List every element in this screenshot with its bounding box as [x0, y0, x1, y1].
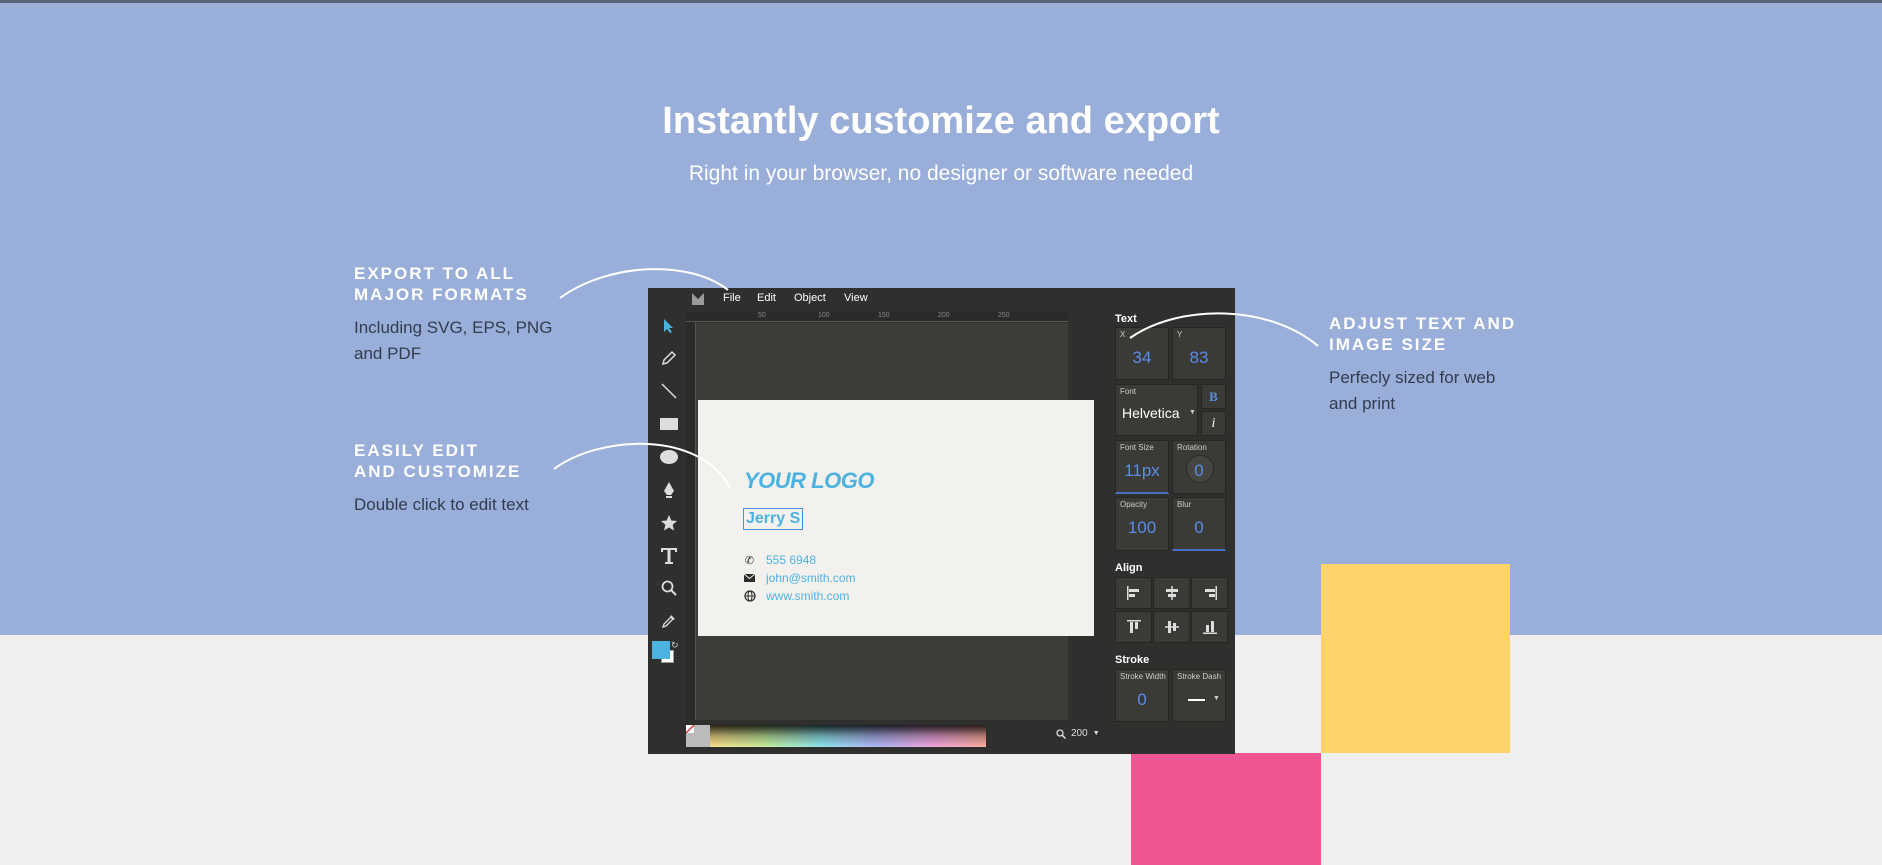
- pencil-icon[interactable]: [659, 348, 679, 368]
- align-left-icon[interactable]: [1115, 577, 1152, 609]
- feature-export-heading: EXPORT TO ALL MAJOR FORMATS: [354, 264, 529, 304]
- font-value: Helvetica: [1122, 405, 1180, 421]
- globe-icon: [743, 590, 756, 603]
- card-phone-row: ✆ 555 6948: [743, 553, 816, 567]
- business-card[interactable]: YOUR LOGO Jerry S ✆ 555 6948 john@smith.…: [698, 400, 1094, 636]
- opacity-field[interactable]: Opacity 100: [1115, 497, 1169, 551]
- feature-export-description: Including SVG, EPS, PNG and PDF: [354, 318, 553, 363]
- zoom-control[interactable]: 200 ▼: [1056, 728, 1100, 739]
- text-icon[interactable]: [659, 546, 679, 566]
- align-top-icon[interactable]: [1115, 611, 1152, 643]
- zoom-value: 200: [1071, 728, 1088, 739]
- star-icon[interactable]: [659, 513, 679, 533]
- ellipse-icon[interactable]: [659, 447, 679, 467]
- select-arrow-icon[interactable]: [659, 316, 679, 336]
- align-center-horizontal-icon[interactable]: [1153, 577, 1190, 609]
- card-email-row: john@smith.com: [743, 571, 856, 585]
- x-field[interactable]: X 34: [1115, 327, 1169, 380]
- chevron-down-icon: ▼: [1213, 695, 1220, 702]
- menu-view[interactable]: View: [844, 292, 868, 304]
- color-palette[interactable]: [686, 725, 986, 747]
- feature-edit-heading: EASILY EDIT AND CUSTOMIZE: [354, 441, 522, 481]
- properties-panel: Text X 34 Y 83 Font Helvetica ▼ B i Font…: [1108, 308, 1235, 754]
- panel-align-title: Align: [1115, 562, 1143, 574]
- rectangle-icon[interactable]: [659, 414, 679, 434]
- page-title: Instantly customize and export: [662, 100, 1220, 142]
- menu-file[interactable]: File: [723, 292, 741, 304]
- decorative-pink-square: [1131, 753, 1321, 865]
- app-logo-icon: [692, 293, 704, 305]
- font-select[interactable]: Font Helvetica ▼: [1115, 384, 1198, 436]
- blur-field[interactable]: Blur 0: [1172, 497, 1226, 551]
- zoom-icon[interactable]: [659, 578, 679, 598]
- line-icon[interactable]: [659, 381, 679, 401]
- chevron-down-icon: ▼: [1092, 730, 1100, 737]
- bold-button[interactable]: B: [1201, 384, 1226, 409]
- pen-icon[interactable]: [659, 480, 679, 500]
- menu-object[interactable]: Object: [794, 292, 826, 304]
- editor-window: File Edit Object View ↻ 50 100 150 200 2…: [648, 288, 1235, 754]
- ruler-vertical: [686, 322, 696, 720]
- card-website[interactable]: www.smith.com: [766, 589, 849, 603]
- italic-button[interactable]: i: [1201, 411, 1226, 436]
- align-right-icon[interactable]: [1191, 577, 1228, 609]
- feature-edit-description: Double click to edit text: [354, 495, 529, 514]
- menu-bar: File Edit Object View: [648, 288, 1108, 312]
- chevron-down-icon: ▼: [1189, 409, 1196, 416]
- tool-bar: ↻: [648, 312, 686, 752]
- align-bottom-icon[interactable]: [1191, 611, 1228, 643]
- eyedropper-icon[interactable]: [659, 611, 679, 631]
- envelope-icon: [743, 572, 756, 585]
- card-email[interactable]: john@smith.com: [766, 571, 856, 585]
- page-subtitle: Right in your browser, no designer or so…: [688, 162, 1194, 185]
- menu-edit[interactable]: Edit: [757, 292, 776, 304]
- y-field[interactable]: Y 83: [1172, 327, 1226, 380]
- stroke-width-field[interactable]: Stroke Width 0: [1115, 669, 1169, 722]
- phone-icon: ✆: [744, 554, 755, 567]
- panel-stroke-title: Stroke: [1115, 654, 1150, 666]
- rotation-field[interactable]: Rotation 0: [1172, 440, 1226, 494]
- font-size-field[interactable]: Font Size 11px: [1115, 440, 1169, 494]
- stroke-dash-select[interactable]: Stroke Dash ▼: [1172, 669, 1226, 722]
- decorative-yellow-square: [1321, 564, 1510, 753]
- feature-adjust-description: Perfecly sized for web and print: [1329, 368, 1496, 413]
- card-website-row: www.smith.com: [743, 589, 849, 603]
- panel-text-title: Text: [1115, 313, 1137, 325]
- feature-adjust-heading: ADJUST TEXT AND IMAGE SIZE: [1329, 314, 1517, 354]
- card-logo[interactable]: YOUR LOGO: [744, 468, 874, 494]
- swap-colors-icon[interactable]: ↻: [671, 640, 679, 651]
- align-middle-vertical-icon[interactable]: [1153, 611, 1190, 643]
- card-name-text-editing[interactable]: Jerry S: [743, 508, 804, 530]
- stroke-dash-line: [1188, 699, 1205, 701]
- card-phone[interactable]: 555 6948: [766, 553, 816, 567]
- zoom-magnifier-icon: [1056, 728, 1066, 739]
- color-swatch[interactable]: ↻: [652, 640, 679, 663]
- ruler-horizontal: 50 100 150 200 250: [686, 312, 1068, 322]
- fill-swatch[interactable]: [652, 641, 670, 659]
